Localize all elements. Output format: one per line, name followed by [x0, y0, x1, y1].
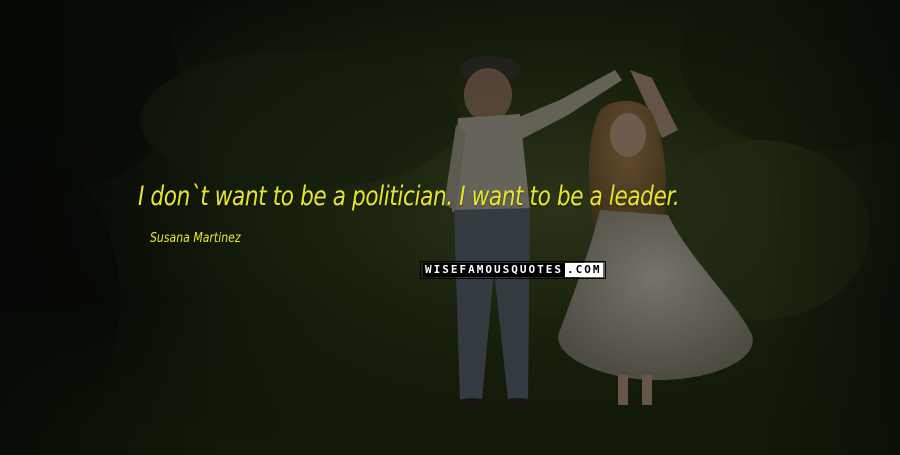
watermark-light-part: .COM [564, 263, 604, 277]
watermark-dark-part: WISEFAMOUSQUOTES [423, 263, 565, 277]
quote-text: I don`t want to be a politician. I want … [138, 181, 680, 212]
quote-author: Susana Martinez [150, 231, 241, 246]
quote-image: I don`t want to be a politician. I want … [0, 0, 900, 455]
site-watermark: WISEFAMOUSQUOTES .COM [420, 261, 607, 279]
background-photo [0, 0, 900, 455]
